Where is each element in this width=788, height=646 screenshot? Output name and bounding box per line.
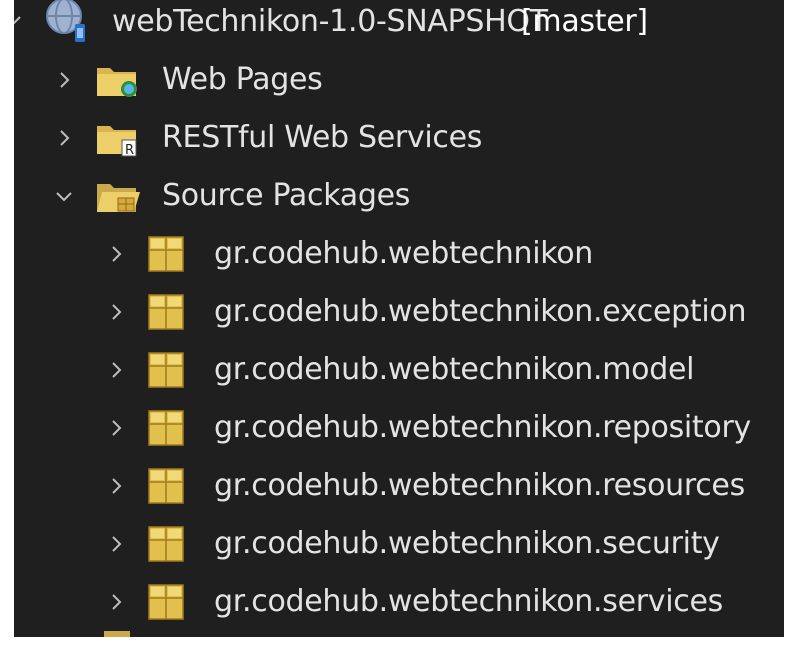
project-tree: webTechnikon-1.0-SNAPSHOT [master] Web P… (14, 0, 784, 637)
package-icon (148, 410, 184, 454)
package-row[interactable]: gr.codehub.webtechnikon (14, 226, 784, 282)
web-pages-folder-icon (96, 62, 142, 108)
chevron-right-icon[interactable] (50, 120, 78, 156)
chevron-right-icon[interactable] (102, 584, 130, 620)
package-row[interactable]: gr.codehub.webtechnikon.exception (14, 284, 784, 340)
package-row[interactable]: gr.codehub.webtechnikon.services (14, 574, 784, 630)
chevron-right-icon[interactable] (102, 468, 130, 504)
package-label: gr.codehub.webtechnikon.repository (214, 410, 751, 445)
panel-bottom-edge (14, 637, 788, 646)
chevron-right-icon[interactable] (102, 236, 130, 272)
svg-text:R: R (125, 143, 134, 158)
package-label: gr.codehub.webtechnikon.security (214, 526, 720, 561)
chevron-right-icon[interactable] (102, 352, 130, 388)
package-icon (148, 294, 184, 338)
chevron-right-icon[interactable] (102, 410, 130, 446)
package-label: gr.codehub.webtechnikon.resources (214, 468, 745, 503)
package-icon (148, 468, 184, 512)
package-label: gr.codehub.webtechnikon.exception (214, 294, 747, 329)
globe-project-icon (42, 0, 92, 52)
chevron-down-icon[interactable] (50, 178, 78, 214)
package-row[interactable]: gr.codehub.webtechnikon.security (14, 516, 784, 572)
node-label-web-pages: Web Pages (162, 62, 323, 97)
tree-row-restful-web-services[interactable]: R RESTful Web Services (14, 110, 784, 166)
tree-row-web-pages[interactable]: Web Pages (14, 52, 784, 108)
tree-row-project[interactable]: webTechnikon-1.0-SNAPSHOT [master] (14, 0, 784, 50)
node-label-source-packages: Source Packages (162, 178, 411, 213)
package-row[interactable]: gr.codehub.webtechnikon.repository (14, 400, 784, 456)
package-icon (148, 584, 184, 628)
chevron-down-icon[interactable] (14, 2, 28, 38)
package-icon (148, 352, 184, 396)
package-row[interactable]: gr.codehub.webtechnikon.model (14, 342, 784, 398)
source-packages-folder-icon (96, 178, 142, 224)
node-label-restful-web-services: RESTful Web Services (162, 120, 483, 155)
package-label: gr.codehub.webtechnikon.model (214, 352, 695, 387)
project-panel: webTechnikon-1.0-SNAPSHOT [master] Web P… (0, 0, 788, 646)
package-icon (148, 526, 184, 570)
project-name: webTechnikon-1.0-SNAPSHOT (112, 4, 548, 39)
package-row[interactable]: gr.codehub.webtechnikon.resources (14, 458, 784, 514)
tree-row-source-packages[interactable]: Source Packages (14, 168, 784, 224)
chevron-right-icon[interactable] (102, 526, 130, 562)
restful-folder-icon: R (96, 120, 142, 166)
chevron-right-icon[interactable] (50, 62, 78, 98)
git-branch-label: [master] (521, 4, 648, 39)
package-icon (148, 236, 184, 280)
package-label: gr.codehub.webtechnikon.services (214, 584, 723, 619)
chevron-right-icon[interactable] (102, 294, 130, 330)
package-label: gr.codehub.webtechnikon (214, 236, 593, 271)
